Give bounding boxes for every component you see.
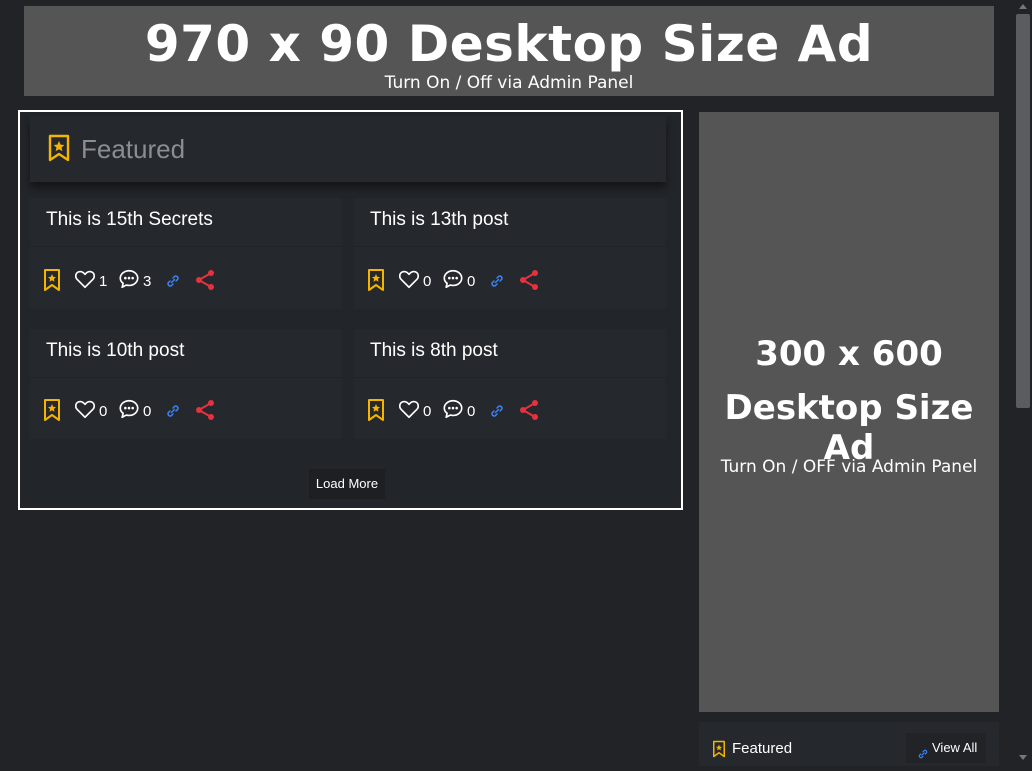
bookmark-icon[interactable]	[367, 398, 385, 422]
top-ad-headline: 970 x 90 Desktop Size Ad	[144, 15, 874, 73]
top-ad-banner[interactable]: 970 x 90 Desktop Size Ad Turn On / Off v…	[24, 6, 994, 96]
load-more-button[interactable]: Load More	[309, 469, 385, 499]
post-card[interactable]: This is 10th post 0 0	[30, 329, 342, 439]
post-title[interactable]: This is 10th post	[46, 339, 184, 363]
post-card[interactable]: This is 8th post 0 0	[354, 329, 666, 439]
comment-count: 0	[467, 273, 476, 290]
post-actions: 1 3	[43, 268, 243, 292]
sidebar-featured-widget: Featured View All	[699, 722, 999, 766]
post-actions: 0 0	[43, 398, 243, 422]
link-icon[interactable]	[489, 268, 505, 292]
like-icon[interactable]	[74, 398, 96, 422]
scroll-down-arrow[interactable]	[1019, 755, 1027, 760]
view-all-button[interactable]: View All	[906, 733, 986, 763]
like-count: 0	[423, 273, 432, 290]
bookmark-icon[interactable]	[43, 398, 61, 422]
featured-header: Featured	[30, 116, 666, 182]
share-icon[interactable]	[193, 398, 217, 422]
bookmark-star-icon	[712, 740, 726, 763]
link-icon[interactable]	[489, 398, 505, 422]
scroll-up-arrow[interactable]	[1019, 4, 1027, 9]
link-icon	[917, 741, 929, 771]
card-divider	[354, 377, 666, 378]
top-ad-subtext: Turn On / Off via Admin Panel	[384, 73, 634, 93]
sidebar-featured-title: Featured	[732, 740, 793, 757]
like-count: 0	[423, 403, 432, 420]
comment-icon[interactable]	[118, 398, 140, 422]
post-title[interactable]: This is 8th post	[370, 339, 498, 363]
link-icon[interactable]	[165, 268, 181, 292]
post-actions: 0 0	[367, 268, 567, 292]
like-count: 1	[99, 273, 108, 290]
post-card[interactable]: This is 15th Secrets 1 3	[30, 198, 342, 309]
page-scrollbar[interactable]	[1014, 0, 1032, 766]
bookmark-icon[interactable]	[367, 268, 385, 292]
share-icon[interactable]	[193, 268, 217, 292]
post-actions: 0 0	[367, 398, 567, 422]
scroll-thumb[interactable]	[1016, 14, 1030, 408]
post-card[interactable]: This is 13th post 0 0	[354, 198, 666, 309]
comment-icon[interactable]	[442, 398, 464, 422]
featured-title: Featured	[81, 134, 186, 164]
share-icon[interactable]	[517, 398, 541, 422]
like-icon[interactable]	[398, 268, 420, 292]
sidebar-ad-size: 300 x 600	[755, 334, 943, 374]
link-icon[interactable]	[165, 398, 181, 422]
view-all-label: View All	[932, 740, 978, 755]
card-divider	[30, 377, 342, 378]
comment-count: 3	[143, 273, 152, 290]
sidebar-ad-subtext: Turn On / OFF via Admin Panel	[720, 457, 978, 477]
card-divider	[30, 246, 342, 247]
bookmark-star-icon	[48, 134, 70, 167]
bookmark-icon[interactable]	[43, 268, 61, 292]
sidebar-ad[interactable]: 300 x 600 Desktop Size Ad Turn On / OFF …	[699, 112, 999, 712]
comment-icon[interactable]	[118, 268, 140, 292]
like-icon[interactable]	[398, 398, 420, 422]
like-count: 0	[99, 403, 108, 420]
comment-count: 0	[467, 403, 476, 420]
comment-count: 0	[143, 403, 152, 420]
card-divider	[354, 246, 666, 247]
comment-icon[interactable]	[442, 268, 464, 292]
post-title[interactable]: This is 13th post	[370, 208, 508, 232]
like-icon[interactable]	[74, 268, 96, 292]
featured-section: Featured This is 15th Secrets 1 3 This i…	[18, 110, 683, 510]
share-icon[interactable]	[517, 268, 541, 292]
post-title[interactable]: This is 15th Secrets	[46, 208, 213, 232]
